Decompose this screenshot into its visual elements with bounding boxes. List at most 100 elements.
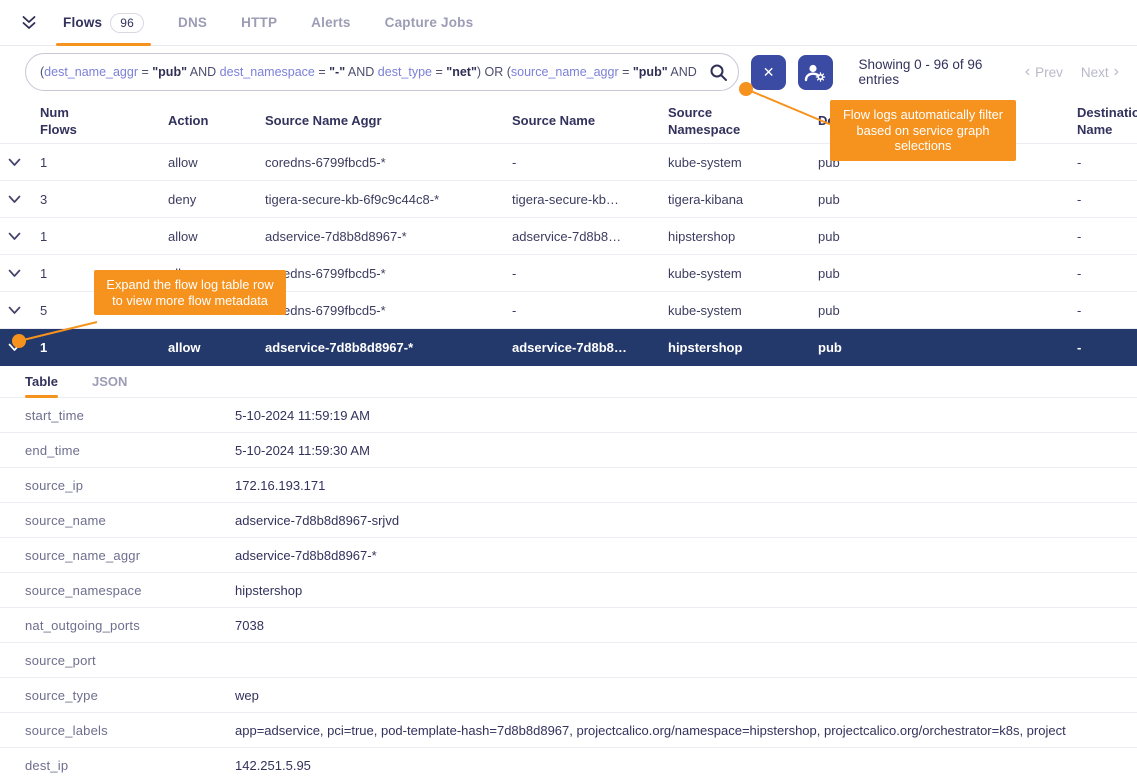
search-icon[interactable]: [709, 63, 728, 82]
field-key: dest_ip: [25, 758, 235, 773]
cell-dest: -: [1077, 340, 1137, 355]
filter-query-box[interactable]: (dest_name_aggr = "pub" AND dest_namespa…: [25, 53, 739, 91]
row-expand-chevron-icon[interactable]: [0, 232, 40, 241]
field-value: 5-10-2024 11:59:19 AM: [235, 408, 1137, 423]
tab-capture-jobs[interactable]: Capture Jobs: [368, 0, 491, 45]
table-row[interactable]: 3denytigera-secure-kb-6f9c9c44c8-*tigera…: [0, 181, 1137, 218]
cell-dest_aggr: pub: [818, 266, 1077, 281]
prev-button[interactable]: ‹ Prev: [1025, 64, 1063, 80]
next-button[interactable]: Next ›: [1081, 64, 1119, 80]
cell-num: 1: [40, 155, 168, 170]
query-token: dest_type: [378, 65, 432, 79]
query-token: dest_namespace: [220, 65, 315, 79]
query-token: "net": [446, 65, 477, 79]
pagination: ‹ Prev Next ›: [1025, 64, 1123, 80]
log-type-tabbar: Flows96 DNS HTTP Alerts Capture Jobs: [0, 0, 1137, 46]
clear-filter-button[interactable]: ✕: [751, 55, 786, 90]
cell-src: -: [512, 155, 668, 170]
field-key: source_ip: [25, 478, 235, 493]
query-token: ) OR (: [477, 65, 511, 79]
main-tabs: Flows96 DNS HTTP Alerts Capture Jobs: [46, 0, 490, 45]
query-token: =: [138, 65, 152, 79]
detail-row: source_namespacehipstershop: [0, 573, 1137, 608]
flow-detail-panel: Table JSON start_time5-10-2024 11:59:19 A…: [0, 366, 1137, 777]
tab-label: Alerts: [311, 15, 350, 30]
field-key: source_type: [25, 688, 235, 703]
field-key: source_namespace: [25, 583, 235, 598]
field-value: wep: [235, 688, 1137, 703]
field-value: 5-10-2024 11:59:30 AM: [235, 443, 1137, 458]
cell-src: tigera-secure-kb…: [512, 192, 668, 207]
table-row[interactable]: 1allowadservice-7d8b8d8967-*adservice-7d…: [0, 218, 1137, 255]
query-input[interactable]: (dest_name_aggr = "pub" AND dest_namespa…: [40, 65, 705, 79]
cell-dest_aggr: pub: [818, 192, 1077, 207]
column-header: Action: [168, 113, 265, 129]
row-expand-chevron-icon[interactable]: [0, 269, 40, 278]
field-key: source_name: [25, 513, 235, 528]
tab-http[interactable]: HTTP: [224, 0, 294, 45]
row-expand-chevron-icon[interactable]: [0, 195, 40, 204]
field-value: hipstershop: [235, 583, 1137, 598]
detail-tab-table[interactable]: Table: [25, 366, 58, 397]
detail-row: dest_ip142.251.5.95: [0, 748, 1137, 777]
field-key: start_time: [25, 408, 235, 423]
cell-src: adservice-7d8b8…: [512, 229, 668, 244]
field-key: end_time: [25, 443, 235, 458]
filter-settings-button[interactable]: [798, 55, 833, 90]
double-chevron-down-icon[interactable]: [12, 15, 46, 30]
column-header: Destination Name: [1077, 105, 1137, 138]
cell-dest_aggr: pub: [818, 303, 1077, 318]
filter-bar: (dest_name_aggr = "pub" AND dest_namespa…: [0, 46, 1137, 100]
query-token: "-": [329, 65, 345, 79]
flows-table-body: 1allowcoredns-6799fbcd5-*-kube-systempub…: [0, 144, 1137, 366]
prev-label: Prev: [1035, 65, 1063, 80]
tab-alerts[interactable]: Alerts: [294, 0, 367, 45]
field-value: adservice-7d8b8d8967-*: [235, 548, 1137, 563]
row-expand-chevron-icon[interactable]: [0, 306, 40, 315]
column-header: Source Name: [512, 113, 668, 129]
detail-row: end_time5-10-2024 11:59:30 AM: [0, 433, 1137, 468]
chevron-left-icon: ‹: [1025, 64, 1030, 80]
cell-src_ns: kube-system: [668, 155, 818, 170]
cell-action: deny: [168, 192, 265, 207]
flow-detail-fields: start_time5-10-2024 11:59:19 AM end_time5…: [0, 398, 1137, 777]
field-value: 142.251.5.95: [235, 758, 1137, 773]
row-expand-chevron-icon[interactable]: [0, 158, 40, 167]
cell-src_aggr: adservice-7d8b8d8967-*: [265, 340, 512, 355]
column-header: Source Name Aggr: [265, 113, 512, 129]
cell-src: -: [512, 303, 668, 318]
query-token: AND: [187, 65, 220, 79]
cell-num: 3: [40, 192, 168, 207]
tab-dns[interactable]: DNS: [161, 0, 224, 45]
cell-dest: -: [1077, 192, 1137, 207]
cell-action: allow: [168, 155, 265, 170]
cell-src_ns: kube-system: [668, 303, 818, 318]
detail-row: source_ip172.16.193.171: [0, 468, 1137, 503]
field-value: 7038: [235, 618, 1137, 633]
query-token: =: [432, 65, 446, 79]
table-row[interactable]: 1allowadservice-7d8b8d8967-*adservice-7d…: [0, 329, 1137, 366]
detail-row: source_typewep: [0, 678, 1137, 713]
field-value: adservice-7d8b8d8967-srjvd: [235, 513, 1137, 528]
detail-row: source_labelsapp=adservice, pci=true, po…: [0, 713, 1137, 748]
cell-src_aggr: coredns-6799fbcd5-*: [265, 155, 512, 170]
cell-dest: -: [1077, 303, 1137, 318]
next-label: Next: [1081, 65, 1109, 80]
cell-dest: -: [1077, 266, 1137, 281]
callout-filter: Flow logs automatically filter based on …: [830, 100, 1016, 161]
callout-expand: Expand the flow log table row to view mo…: [94, 270, 286, 315]
cell-num: 1: [40, 340, 168, 355]
cell-src_aggr: adservice-7d8b8d8967-*: [265, 229, 512, 244]
cell-src: -: [512, 266, 668, 281]
query-token: AND: [668, 65, 697, 79]
cell-src_aggr: coredns-6799fbcd5-*: [265, 266, 512, 281]
field-value: 172.16.193.171: [235, 478, 1137, 493]
tab-label: DNS: [178, 15, 207, 30]
field-value: app=adservice, pci=true, pod-template-ha…: [235, 723, 1137, 738]
flows-count-badge: 96: [110, 13, 144, 33]
detail-row: source_nameadservice-7d8b8d8967-srjvd: [0, 503, 1137, 538]
row-expand-chevron-icon[interactable]: [0, 343, 40, 352]
tab-flows[interactable]: Flows96: [46, 0, 161, 45]
detail-tab-json[interactable]: JSON: [92, 366, 127, 397]
query-token: "pub": [152, 65, 187, 79]
